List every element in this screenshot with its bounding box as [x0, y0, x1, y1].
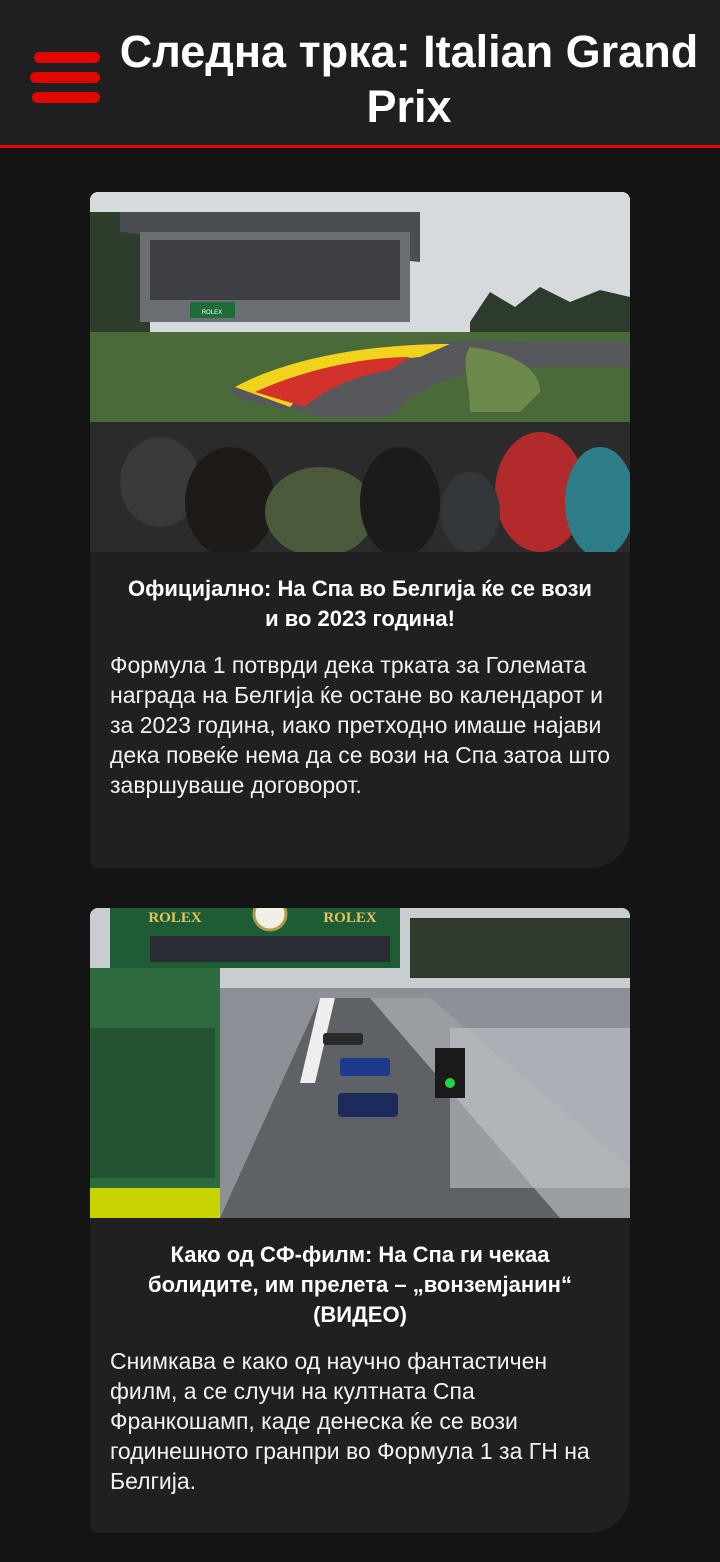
- article-summary: Формула 1 потврди дека трката за Големат…: [110, 652, 610, 798]
- hamburger-menu-icon[interactable]: [30, 50, 100, 106]
- rolex-sign-right: ROLEX: [323, 910, 377, 926]
- article-title[interactable]: Официјално: На Спа во Белгија ќе се вози…: [120, 574, 600, 634]
- article-image-spa-circuit[interactable]: ROLEX: [90, 192, 630, 552]
- top-header: Следна трка: Italian Grand Prix: [0, 0, 720, 148]
- article-summary: Снимкава е како од научно фантастичен фи…: [110, 1348, 590, 1494]
- article-card[interactable]: ROLEX ROLEX Како од СФ-филм: На Спа ги ч…: [90, 908, 630, 1533]
- article-card[interactable]: ROLEX Официјално: На Спа во Белгија ќе с…: [90, 192, 630, 868]
- next-race-title: Следна трка: Italian Grand Prix: [119, 26, 699, 132]
- rolex-sign-left: ROLEX: [148, 910, 202, 926]
- rolex-sign: ROLEX: [202, 310, 222, 316]
- article-title[interactable]: Како од СФ-филм: На Спа ги чекаа болидит…: [120, 1240, 600, 1330]
- article-image-pit-lane[interactable]: ROLEX ROLEX: [90, 908, 630, 1218]
